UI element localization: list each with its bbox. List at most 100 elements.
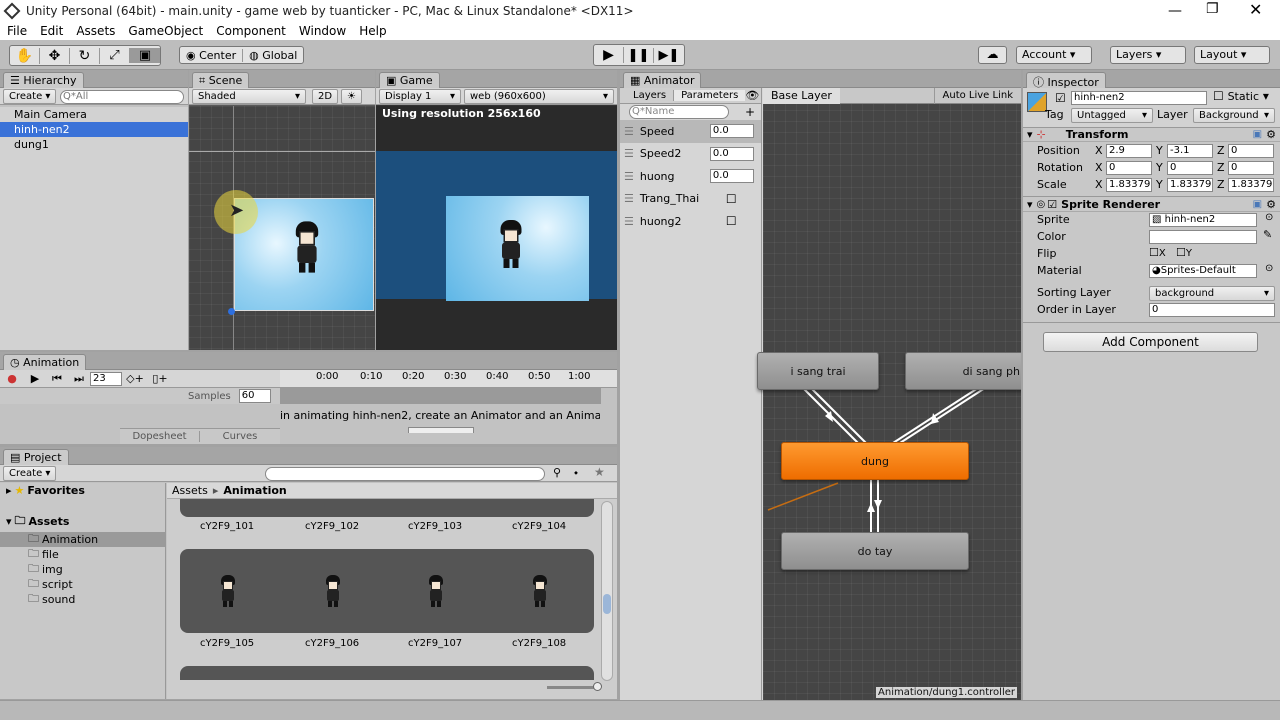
asset-thumbnail[interactable] bbox=[218, 575, 238, 607]
parameters-tab[interactable]: Parameters bbox=[674, 90, 746, 101]
position-y-field[interactable]: -3.1 bbox=[1167, 144, 1213, 158]
tab-animation[interactable]: ◷ Animation bbox=[3, 354, 87, 370]
parameter-row[interactable]: ☰ huong2 ☐ bbox=[620, 210, 761, 233]
add-parameter-icon[interactable]: + bbox=[745, 105, 755, 119]
menu-file[interactable]: File bbox=[7, 24, 27, 38]
rotate-tool-icon[interactable]: ↻ bbox=[70, 47, 100, 64]
animator-graph[interactable]: Base Layer Auto Live Link i sang trai di… bbox=[757, 87, 1021, 700]
sprite-renderer-header[interactable]: ▾ ◎ ☑ Sprite Renderer ▣ ⚙ bbox=[1023, 196, 1280, 212]
close-button[interactable]: ✕ bbox=[1249, 0, 1262, 19]
drag-handle-icon[interactable]: ☰ bbox=[624, 170, 634, 183]
hierarchy-item-main-camera[interactable]: Main Camera bbox=[0, 107, 188, 122]
next-key-button[interactable]: ⏭ bbox=[68, 372, 90, 386]
samples-field[interactable]: 60 bbox=[238, 389, 271, 403]
position-z-axis-label[interactable]: Z bbox=[1217, 144, 1225, 157]
sprite-field[interactable]: ▧ hinh-nen2 bbox=[1149, 213, 1257, 227]
scale-x-axis-label[interactable]: X bbox=[1095, 178, 1103, 191]
flip-y-checkbox[interactable]: ☐Y bbox=[1176, 246, 1192, 259]
tab-hierarchy[interactable]: ☰ Hierarchy bbox=[3, 72, 84, 88]
maximize-button[interactable]: ❐ bbox=[1206, 1, 1219, 17]
help-icon[interactable]: ▣ bbox=[1253, 199, 1262, 210]
pause-button[interactable]: ❚❚ bbox=[624, 47, 654, 63]
drag-handle-icon[interactable]: ☰ bbox=[624, 215, 634, 228]
pivot-center-button[interactable]: ◉ Center bbox=[180, 48, 244, 62]
folder-script[interactable]: 🗀 script bbox=[0, 577, 165, 592]
tab-game[interactable]: ▣ Game bbox=[379, 72, 440, 88]
tab-animator[interactable]: ▦ Animator bbox=[623, 72, 702, 88]
scale-z-axis-label[interactable]: Z bbox=[1217, 178, 1225, 191]
drag-handle-icon[interactable]: ☰ bbox=[624, 147, 634, 160]
rotation-y-field[interactable]: 0 bbox=[1167, 161, 1213, 175]
parameter-bool-checkbox[interactable]: ☐ bbox=[726, 214, 737, 228]
rotation-x-axis-label[interactable]: X bbox=[1095, 161, 1103, 174]
play-button[interactable]: ▶ bbox=[594, 47, 624, 63]
move-tool-icon[interactable]: ✥ bbox=[40, 47, 70, 64]
frame-field[interactable]: 23 bbox=[90, 371, 122, 386]
cloud-icon[interactable]: ☁ bbox=[978, 46, 1007, 64]
drag-handle-icon[interactable]: ☰ bbox=[624, 192, 634, 205]
asset-thumbnail[interactable] bbox=[323, 575, 343, 607]
scale-z-field[interactable]: 1.83379 bbox=[1228, 178, 1274, 192]
project-scroll-thumb[interactable] bbox=[603, 594, 611, 614]
add-keyframe-button[interactable]: ◇+ bbox=[122, 372, 148, 385]
layers-tab[interactable]: Layers bbox=[620, 90, 675, 101]
breadcrumb-animation[interactable]: Animation bbox=[223, 484, 286, 497]
project-create-button[interactable]: Create ▾ bbox=[3, 466, 57, 481]
assets-folder[interactable]: ▾ 🗀 Assets bbox=[0, 511, 165, 532]
static-checkbox[interactable]: ☐ Static ▾ bbox=[1213, 89, 1269, 103]
eye-icon[interactable]: 👁 bbox=[745, 89, 759, 102]
parameter-bool-checkbox[interactable]: ☐ bbox=[726, 192, 737, 206]
add-component-button[interactable]: Add Component bbox=[1043, 332, 1258, 352]
parameter-row[interactable]: ☰ Speed2 0.0 bbox=[620, 143, 761, 166]
rotation-z-axis-label[interactable]: Z bbox=[1217, 161, 1225, 174]
curves-tab[interactable]: Curves bbox=[200, 431, 280, 442]
tag-dropdown[interactable]: Untagged ▾ bbox=[1071, 108, 1153, 123]
state-dung[interactable]: dung bbox=[781, 442, 969, 480]
position-x-field[interactable]: 2.9 bbox=[1106, 144, 1152, 158]
order-in-layer-field[interactable]: 0 bbox=[1149, 303, 1275, 317]
favorites-folder[interactable]: ▸ ★ Favorites bbox=[0, 483, 165, 498]
menu-help[interactable]: Help bbox=[359, 24, 386, 38]
hierarchy-search-input[interactable]: Q*All bbox=[60, 90, 184, 104]
scene-light-icon[interactable]: ☀ bbox=[341, 89, 362, 104]
state-di-sang-phai[interactable]: di sang ph bbox=[905, 352, 1021, 390]
record-button[interactable]: ● bbox=[0, 372, 24, 385]
gear-icon[interactable]: ⚙ bbox=[1266, 128, 1276, 141]
prev-key-button[interactable]: ⏮ bbox=[46, 372, 68, 386]
menu-window[interactable]: Window bbox=[299, 24, 346, 38]
favorite-star-icon[interactable]: ★ bbox=[594, 465, 605, 479]
scene-view[interactable]: ➤ bbox=[189, 106, 375, 350]
folder-file[interactable]: 🗀 file bbox=[0, 547, 165, 562]
animation-timeline-ruler[interactable]: 0:00 0:10 0:20 0:30 0:40 0:50 1:00 bbox=[280, 370, 617, 388]
hand-tool-icon[interactable]: ✋ bbox=[10, 47, 40, 64]
tab-project[interactable]: ▤ Project bbox=[3, 449, 69, 465]
dopesheet-tab[interactable]: Dopesheet bbox=[120, 431, 200, 442]
scale-y-axis-label[interactable]: Y bbox=[1156, 178, 1163, 191]
anim-play-button[interactable]: ▶ bbox=[24, 372, 46, 385]
scale-tool-icon[interactable]: ⤢ bbox=[100, 48, 130, 63]
sprite-renderer-enabled-checkbox[interactable]: ☑ bbox=[1047, 198, 1057, 211]
rotation-y-axis-label[interactable]: Y bbox=[1156, 161, 1163, 174]
position-z-field[interactable]: 0 bbox=[1228, 144, 1274, 158]
state-do-tay[interactable]: do tay bbox=[781, 532, 969, 570]
eyedropper-icon[interactable]: ✎ bbox=[1263, 228, 1272, 241]
help-icon[interactable]: ▣ bbox=[1253, 129, 1262, 140]
sorting-layer-dropdown[interactable]: background ▾ bbox=[1149, 286, 1275, 301]
state-di-sang-trai[interactable]: i sang trai bbox=[757, 352, 879, 390]
parameter-row[interactable]: ☰ Speed 0.0 bbox=[620, 120, 761, 143]
game-view[interactable]: Using resolution 256x160 bbox=[376, 106, 617, 350]
gear-icon[interactable]: ⚙ bbox=[1266, 198, 1276, 211]
folder-img[interactable]: 🗀 img bbox=[0, 562, 165, 577]
resolution-dropdown[interactable]: web (960x600) ▾ bbox=[464, 89, 614, 104]
flip-x-checkbox[interactable]: ☐X bbox=[1149, 246, 1166, 259]
project-scrollbar[interactable] bbox=[601, 501, 613, 681]
menu-edit[interactable]: Edit bbox=[40, 24, 63, 38]
rect-tool-icon[interactable]: ▣ bbox=[130, 48, 160, 63]
project-search-input[interactable] bbox=[265, 467, 545, 481]
folder-sound[interactable]: 🗀 sound bbox=[0, 592, 165, 607]
animation-create-button[interactable] bbox=[408, 427, 474, 433]
shading-dropdown[interactable]: Shaded ▾ bbox=[192, 89, 306, 104]
layout-dropdown[interactable]: Layout ▾ bbox=[1194, 46, 1270, 64]
folder-animation[interactable]: 🗀 Animation bbox=[0, 532, 165, 547]
parameter-row[interactable]: ☰ huong 0.0 bbox=[620, 165, 761, 188]
